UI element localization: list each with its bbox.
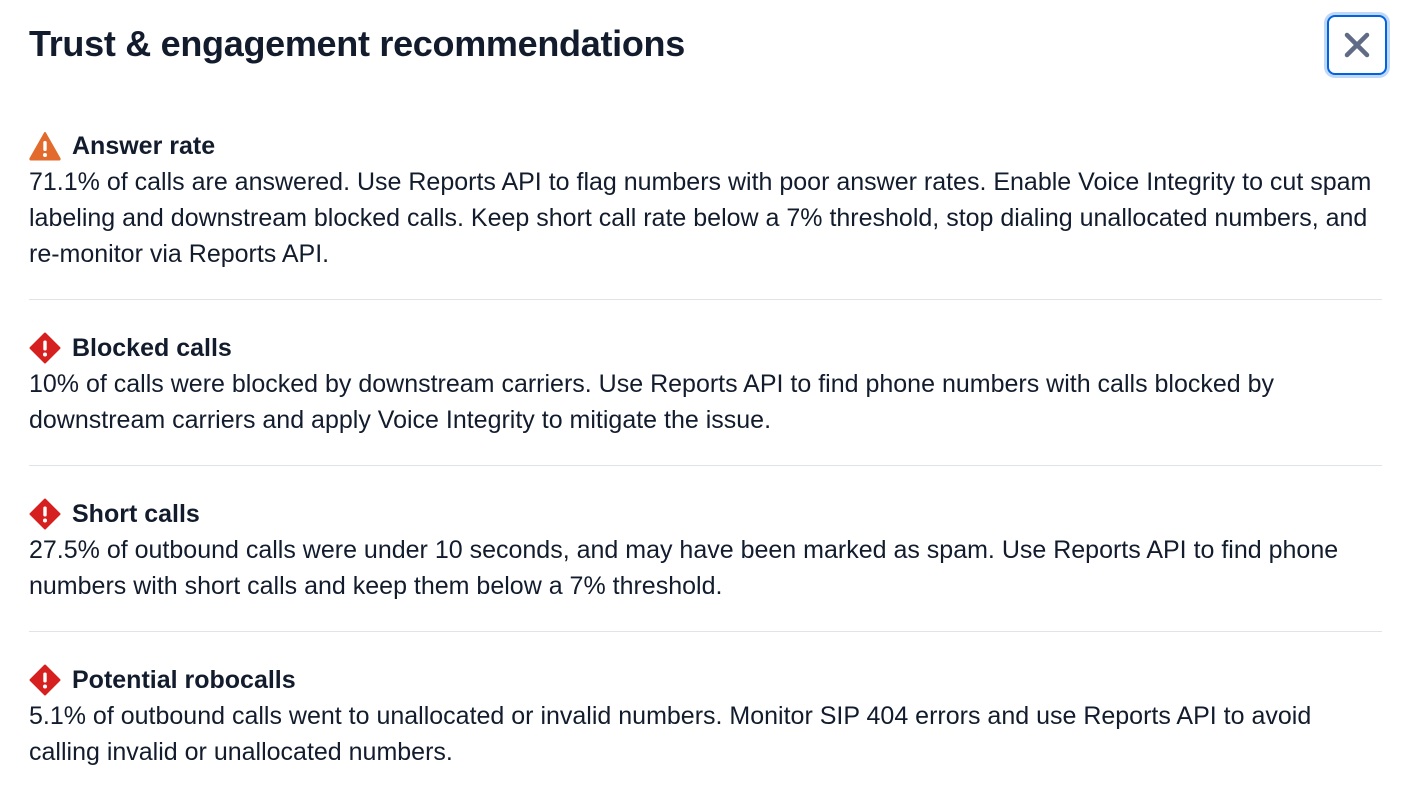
recommendation-answer-rate: Answer rate 71.1% of calls are answered.…	[29, 128, 1382, 300]
recommendation-blocked-calls: Blocked calls 10% of calls were blocked …	[29, 330, 1382, 466]
error-icon	[29, 332, 61, 364]
dialog-title: Trust & engagement recommendations	[29, 23, 685, 64]
recommendation-potential-robocalls: Potential robocalls 5.1% of outbound cal…	[29, 662, 1382, 770]
recommendation-title: Answer rate	[72, 132, 216, 160]
error-icon	[29, 664, 61, 696]
error-icon	[29, 498, 61, 530]
warning-icon	[29, 130, 61, 162]
recommendation-header: Blocked calls	[29, 330, 1382, 366]
recommendations-list: Answer rate 71.1% of calls are answered.…	[29, 128, 1382, 770]
recommendation-header: Short calls	[29, 496, 1382, 532]
recommendation-title: Short calls	[72, 500, 200, 528]
recommendation-short-calls: Short calls 27.5% of outbound calls were…	[29, 496, 1382, 632]
recommendation-header: Answer rate	[29, 128, 1382, 164]
close-button[interactable]	[1327, 15, 1387, 75]
recommendation-description: 71.1% of calls are answered. Use Reports…	[29, 168, 1372, 268]
recommendations-dialog: Trust & engagement recommendations Answe…	[0, 0, 1426, 794]
close-icon	[1344, 32, 1370, 58]
recommendation-header: Potential robocalls	[29, 662, 1382, 698]
recommendation-title: Potential robocalls	[72, 666, 296, 694]
recommendation-description: 5.1% of outbound calls went to unallocat…	[29, 702, 1312, 766]
recommendation-description: 27.5% of outbound calls were under 10 se…	[29, 536, 1339, 600]
recommendation-description: 10% of calls were blocked by downstream …	[29, 370, 1275, 434]
recommendation-title: Blocked calls	[72, 334, 232, 362]
